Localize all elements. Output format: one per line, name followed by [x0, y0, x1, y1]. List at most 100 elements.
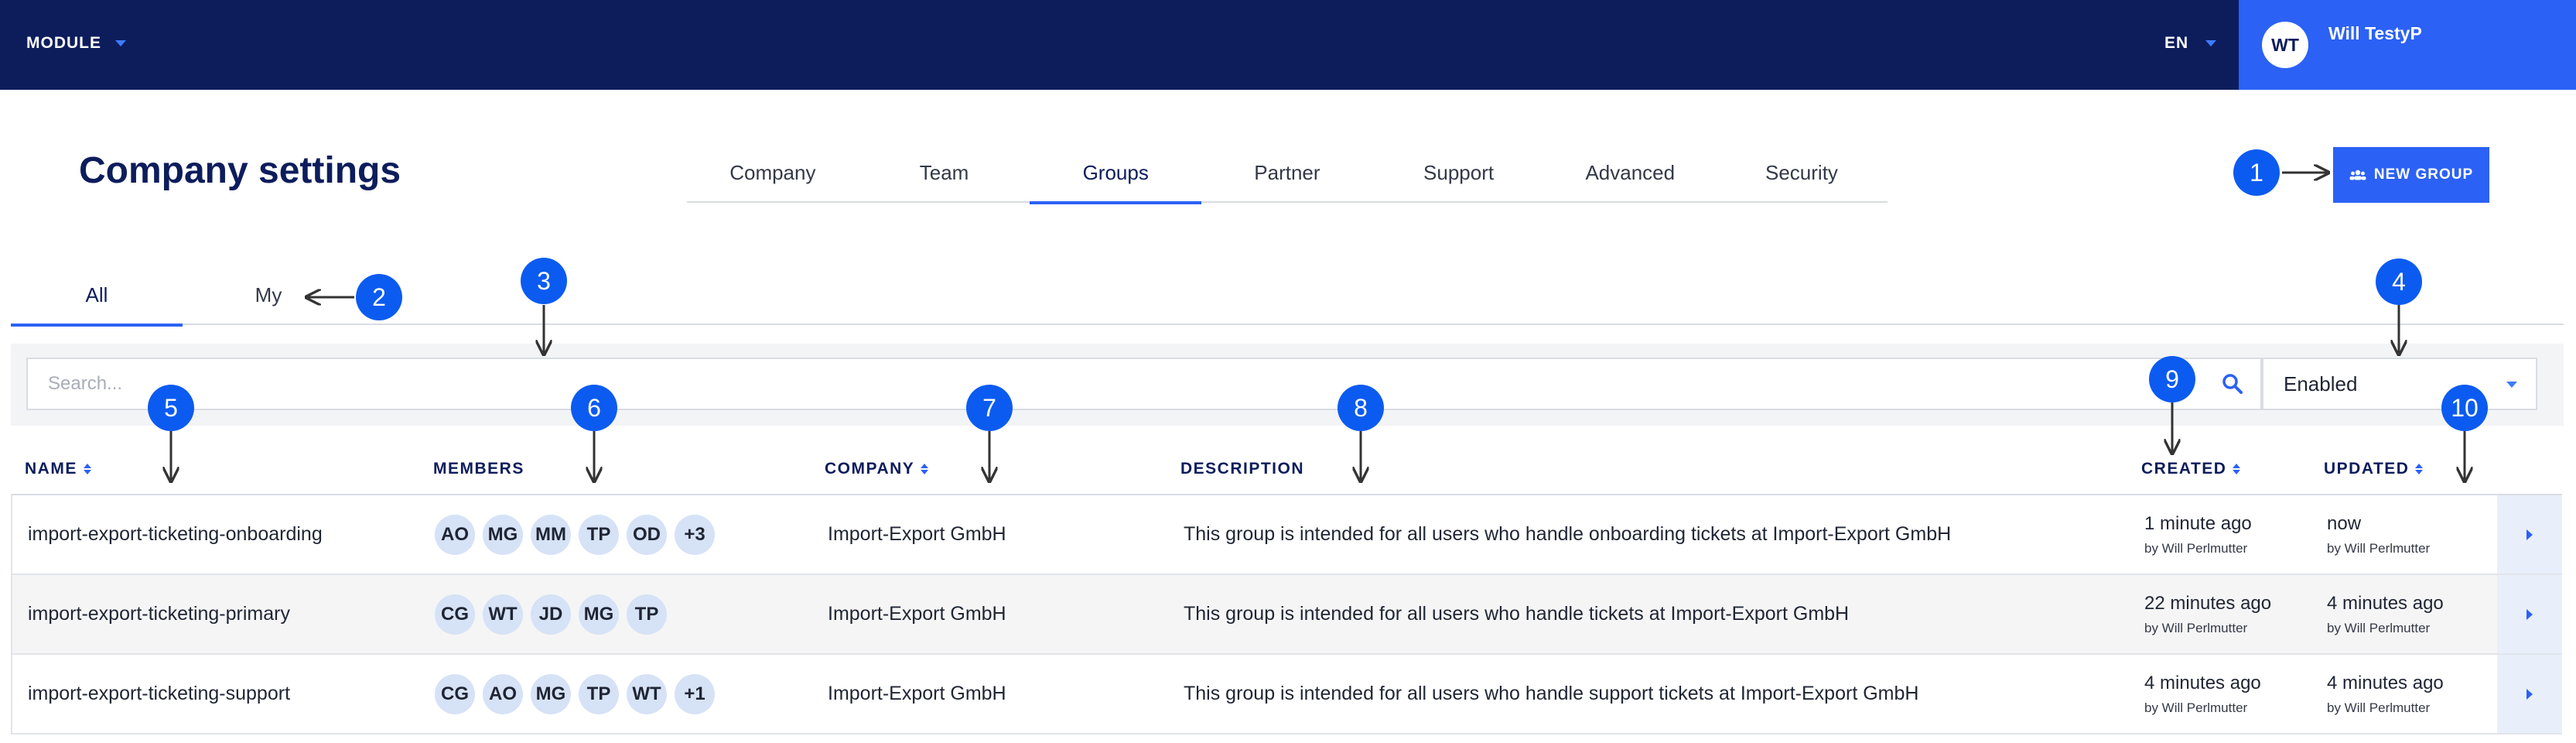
member-avatar[interactable]: MG — [483, 514, 523, 555]
annotation-badge: 8 — [1338, 385, 1384, 431]
new-group-button[interactable]: NEW GROUP — [2333, 147, 2489, 203]
sort-icon — [83, 464, 91, 474]
chevron-right-icon — [2526, 688, 2533, 700]
header-created[interactable]: CREATED — [2141, 460, 2241, 478]
updated-time: 4 minutes ago — [2327, 592, 2444, 614]
sort-icon — [921, 464, 929, 474]
member-avatar[interactable]: WT — [483, 594, 523, 635]
member-overflow[interactable]: +3 — [675, 514, 715, 555]
language-label: EN — [2164, 34, 2189, 52]
group-name: import-export-ticketing-support — [28, 683, 291, 704]
member-avatar[interactable]: TP — [579, 514, 619, 555]
annotation-badge: 7 — [966, 385, 1013, 431]
header-created-label: CREATED — [2141, 460, 2227, 478]
updated-by: by Will Perlmutter — [2327, 620, 2431, 635]
group-name: import-export-ticketing-primary — [28, 603, 290, 625]
header-name-label: NAME — [25, 460, 77, 478]
chevron-right-icon — [2526, 608, 2533, 620]
member-avatar[interactable]: TP — [627, 594, 667, 635]
group-company: Import-Export GmbH — [828, 683, 1006, 704]
member-avatar[interactable]: TP — [579, 673, 619, 714]
header-members-label: MEMBERS — [433, 460, 524, 478]
row-expand-button[interactable] — [2497, 575, 2562, 653]
updated-time: now — [2327, 512, 2362, 534]
table-row[interactable]: import-export-ticketing-support CG AO MG… — [12, 655, 2562, 734]
header-description-label: DESCRIPTION — [1180, 460, 1305, 478]
header-updated[interactable]: UPDATED — [2324, 460, 2424, 478]
header-members: MEMBERS — [433, 460, 524, 478]
user-menu[interactable]: WT Will TestyP — [2239, 0, 2576, 90]
chevron-down-icon — [2506, 382, 2517, 388]
table-row[interactable]: import-export-ticketing-onboarding AO MG… — [12, 495, 2562, 575]
tab-groups[interactable]: Groups — [1030, 147, 1201, 204]
annotation-badge: 6 — [571, 385, 617, 431]
created-cell: 1 minute ago by Will Perlmutter — [2144, 495, 2252, 574]
tab-support[interactable]: Support — [1373, 147, 1545, 203]
chevron-right-icon — [2526, 529, 2533, 540]
row-expand-button[interactable] — [2497, 655, 2562, 733]
updated-cell: 4 minutes ago by Will Perlmutter — [2327, 575, 2444, 653]
subtab-all[interactable]: All — [11, 271, 183, 327]
updated-by: by Will Perlmutter — [2327, 540, 2431, 556]
group-description: This group is intended for all users who… — [1184, 603, 1850, 625]
new-group-label: NEW GROUP — [2373, 166, 2474, 183]
main-tabs: Company Team Groups Partner Support Adva… — [687, 147, 1888, 204]
annotation-badge: 4 — [2376, 259, 2422, 305]
search-button[interactable] — [2220, 372, 2245, 396]
member-avatar[interactable]: CG — [435, 594, 475, 635]
member-avatar[interactable]: AO — [483, 673, 523, 714]
row-expand-button[interactable] — [2497, 495, 2562, 574]
member-overflow[interactable]: +1 — [675, 673, 715, 714]
search-box — [26, 358, 2262, 410]
table-row[interactable]: import-export-ticketing-primary CG WT JD… — [12, 575, 2562, 655]
member-avatar[interactable]: WT — [627, 673, 667, 714]
created-time: 4 minutes ago — [2144, 672, 2261, 693]
created-by: by Will Perlmutter — [2144, 620, 2248, 635]
sort-icon — [2233, 464, 2241, 474]
tab-team[interactable]: Team — [859, 147, 1030, 203]
created-cell: 22 minutes ago by Will Perlmutter — [2144, 575, 2271, 653]
created-by: by Will Perlmutter — [2144, 700, 2248, 715]
group-description: This group is intended for all users who… — [1184, 683, 1919, 704]
sort-icon — [2415, 464, 2424, 474]
created-cell: 4 minutes ago by Will Perlmutter — [2144, 655, 2261, 733]
member-avatar[interactable]: OD — [627, 514, 667, 555]
member-list: CG WT JD MG TP — [435, 575, 667, 653]
annotation-badge: 3 — [521, 258, 567, 304]
member-avatar[interactable]: MG — [579, 594, 619, 635]
member-avatar[interactable]: MG — [531, 673, 571, 714]
updated-cell: 4 minutes ago by Will Perlmutter — [2327, 655, 2444, 733]
member-avatar[interactable]: MM — [531, 514, 571, 555]
language-dropdown[interactable]: EN — [2164, 34, 2217, 53]
header-company[interactable]: COMPANY — [825, 460, 929, 478]
header-company-label: COMPANY — [825, 460, 915, 478]
created-time: 1 minute ago — [2144, 512, 2252, 534]
status-select[interactable]: Enabled — [2262, 358, 2537, 410]
member-list: CG AO MG TP WT +1 — [435, 655, 715, 733]
status-select-value: Enabled — [2284, 372, 2358, 395]
module-label: MODULE — [26, 34, 101, 52]
header-description: DESCRIPTION — [1180, 460, 1304, 478]
groups-table: import-export-ticketing-onboarding AO MG… — [11, 494, 2562, 734]
annotation-badge: 5 — [148, 385, 194, 431]
tab-partner[interactable]: Partner — [1201, 147, 1373, 203]
header-name[interactable]: NAME — [25, 460, 91, 478]
page-title: Company settings — [79, 150, 401, 191]
member-avatar[interactable]: AO — [435, 514, 475, 555]
updated-cell: now by Will Perlmutter — [2327, 495, 2430, 574]
updated-time: 4 minutes ago — [2327, 672, 2444, 693]
updated-by: by Will Perlmutter — [2327, 700, 2431, 715]
group-description: This group is intended for all users who… — [1184, 523, 1952, 545]
member-avatar[interactable]: CG — [435, 673, 475, 714]
tab-security[interactable]: Security — [1716, 147, 1888, 203]
tab-company[interactable]: Company — [687, 147, 859, 203]
group-company: Import-Export GmbH — [828, 603, 1006, 625]
annotation-badge: 9 — [2149, 356, 2195, 402]
tab-advanced[interactable]: Advanced — [1544, 147, 1716, 203]
module-dropdown[interactable]: MODULE — [26, 34, 126, 53]
search-input[interactable] — [28, 359, 2209, 409]
group-icon — [2349, 169, 2366, 180]
member-avatar[interactable]: JD — [531, 594, 571, 635]
annotation-badge: 10 — [2441, 385, 2488, 431]
subtab-my[interactable]: My — [183, 271, 354, 325]
